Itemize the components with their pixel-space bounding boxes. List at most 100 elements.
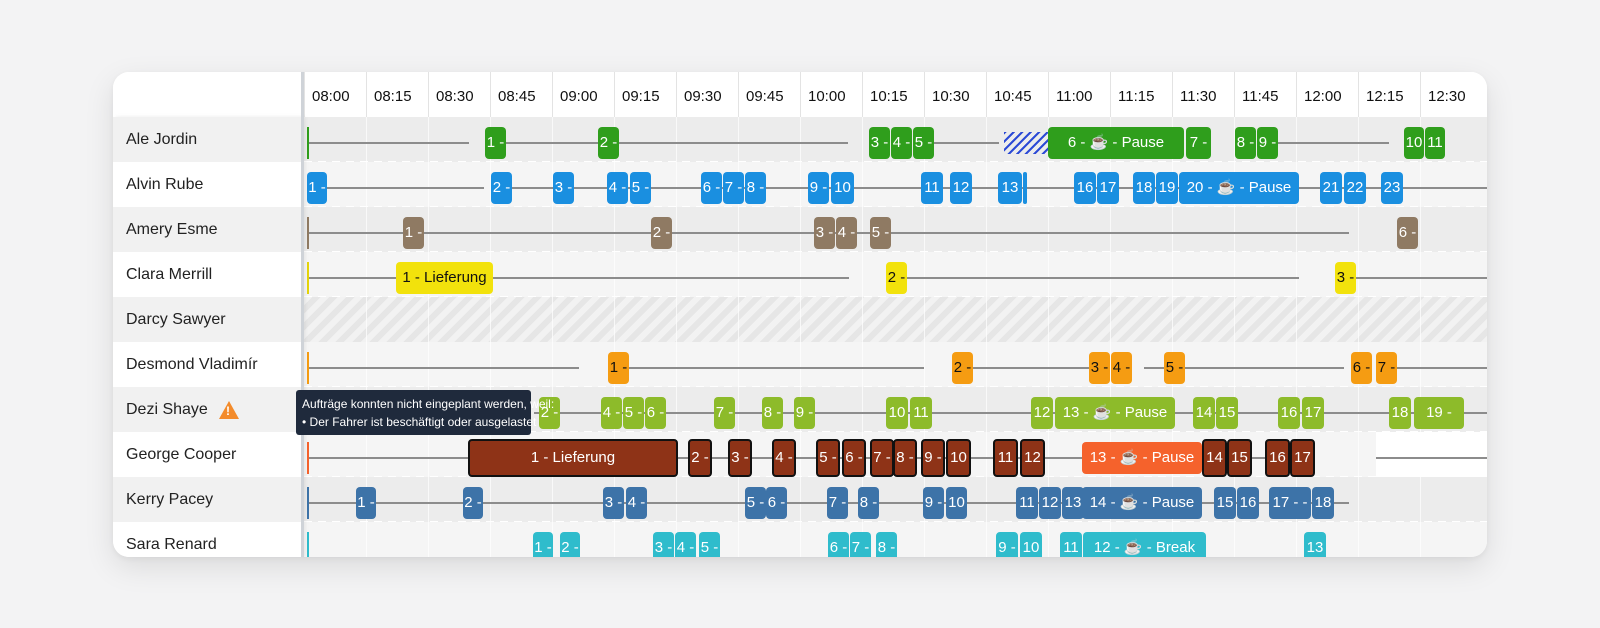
driver-name[interactable]: Clara Merrill (113, 252, 302, 298)
break-block[interactable]: 13 - ☕ - Pause (1082, 442, 1202, 474)
job-block[interactable]: 21 (1320, 172, 1342, 204)
job-block[interactable]: 4 - (891, 127, 912, 159)
job-block[interactable]: 5 - (699, 532, 720, 557)
job-block[interactable]: 6 - (1351, 352, 1372, 384)
warning-triangle-icon[interactable]: ! (219, 401, 239, 419)
job-block[interactable]: 1 - (403, 217, 424, 249)
job-block[interactable]: 8 - (893, 439, 917, 477)
job-block-sliver[interactable] (1023, 172, 1027, 204)
job-block[interactable]: 13 (1062, 487, 1084, 519)
job-block[interactable]: 16 (1237, 487, 1259, 519)
job-block[interactable]: 2 - (598, 127, 619, 159)
job-block[interactable]: 9 - (808, 172, 829, 204)
job-block[interactable]: 1 - (485, 127, 506, 159)
job-block[interactable]: 11 (921, 172, 943, 204)
job-block[interactable]: 7 - (723, 172, 744, 204)
job-block[interactable]: 7 - (714, 397, 735, 429)
job-block[interactable]: 10 (1404, 127, 1424, 159)
delivery-block[interactable]: 1 - Lieferung (396, 262, 493, 294)
job-block[interactable]: 2 - (688, 439, 712, 477)
job-block[interactable]: 17 (1302, 397, 1324, 429)
job-block[interactable]: 4 - (626, 487, 647, 519)
job-block[interactable]: 12 (950, 172, 972, 204)
job-block[interactable]: 9 - (921, 439, 945, 477)
job-block[interactable]: 17 (1290, 439, 1315, 477)
job-block[interactable]: 3 - (1335, 262, 1356, 294)
job-block[interactable]: 11 (1016, 487, 1038, 519)
job-block[interactable]: 4 - (607, 172, 628, 204)
job-block[interactable]: 7 - (1376, 352, 1397, 384)
job-block[interactable]: 3 - (814, 217, 835, 249)
job-block[interactable]: 5 - (745, 487, 766, 519)
driver-name[interactable]: Kerry Pacey (113, 477, 302, 523)
job-block[interactable]: 6 - (828, 532, 849, 557)
job-block[interactable]: 8 - (858, 487, 879, 519)
job-block[interactable]: 14 (1193, 397, 1215, 429)
driver-name[interactable]: Alvin Rube (113, 162, 302, 208)
job-block[interactable]: 2 - (886, 262, 907, 294)
driver-name[interactable]: Darcy Sawyer (113, 297, 302, 343)
job-block[interactable]: 15 (1216, 397, 1238, 429)
job-block[interactable]: 4 - (1111, 352, 1132, 384)
job-block[interactable]: 17 (1097, 172, 1119, 204)
job-block[interactable]: 22 (1344, 172, 1366, 204)
break-block[interactable]: 13 - ☕ - Pause (1055, 397, 1175, 429)
driver-name[interactable]: Sara Renard (113, 522, 302, 557)
job-block[interactable]: 7 - (827, 487, 848, 519)
job-block[interactable]: 8 - (745, 172, 766, 204)
job-block[interactable]: 12 (1031, 397, 1053, 429)
job-block[interactable]: 8 - (1235, 127, 1256, 159)
job-block[interactable]: 18 (1312, 487, 1334, 519)
job-block[interactable]: 5 - (913, 127, 934, 159)
driver-name[interactable]: Desmond Vladimír (113, 342, 302, 388)
job-block[interactable]: 18 (1133, 172, 1155, 204)
column-divider[interactable] (301, 72, 304, 557)
job-block[interactable]: 6 - (1397, 217, 1418, 249)
job-block[interactable]: 5 - (1164, 352, 1185, 384)
job-block[interactable]: 11 (910, 397, 932, 429)
driver-name[interactable]: Ale Jordin (113, 117, 302, 163)
job-block[interactable]: 6 - (645, 397, 666, 429)
job-block[interactable]: 1 - (307, 172, 327, 204)
job-block[interactable]: 17 - - (1269, 487, 1311, 519)
job-block[interactable]: 12 (1039, 487, 1061, 519)
job-block[interactable]: 18 (1389, 397, 1411, 429)
job-block[interactable]: 6 - (701, 172, 722, 204)
job-block[interactable]: 6 - (766, 487, 787, 519)
job-block[interactable]: 12 (1020, 439, 1045, 477)
job-block[interactable]: 2 - (560, 532, 580, 557)
job-block[interactable]: 4 - (836, 217, 857, 249)
job-block[interactable]: 10 (886, 397, 908, 429)
job-block[interactable]: 1 - (356, 487, 376, 519)
job-block[interactable]: 8 - (762, 397, 783, 429)
job-block[interactable]: 9 - (923, 487, 944, 519)
break-block[interactable]: 20 - ☕ - Pause (1179, 172, 1299, 204)
job-block[interactable]: 3 - (728, 439, 752, 477)
delivery-block[interactable]: 1 - Lieferung (468, 439, 678, 477)
job-block[interactable]: 19 - (1414, 397, 1464, 429)
job-block[interactable]: 3 - (553, 172, 574, 204)
job-block[interactable]: 7 - (1186, 127, 1211, 159)
job-block[interactable]: 10 (831, 172, 854, 204)
job-block[interactable]: 9 - (996, 532, 1018, 557)
driver-name[interactable]: George Cooper (113, 432, 302, 478)
job-block[interactable]: 15 (1214, 487, 1236, 519)
break-block[interactable]: 12 - ☕ - Break (1083, 532, 1206, 557)
job-block[interactable]: 10 (946, 487, 967, 519)
job-block[interactable]: 16 (1265, 439, 1290, 477)
job-block[interactable]: 19 (1156, 172, 1178, 204)
job-block[interactable]: 2 - (463, 487, 483, 519)
job-block[interactable]: 3 - (603, 487, 624, 519)
job-block[interactable]: 7 - (870, 439, 894, 477)
job-block[interactable]: 10 (946, 439, 971, 477)
job-block[interactable]: 1 - (533, 532, 553, 557)
break-block[interactable]: 6 - ☕ - Pause (1048, 127, 1184, 159)
job-block[interactable]: 4 - (601, 397, 622, 429)
job-block[interactable]: 4 - (772, 439, 796, 477)
job-block[interactable]: 9 - (794, 397, 815, 429)
job-block[interactable]: 3 - (1089, 352, 1110, 384)
job-block[interactable]: 5 - (630, 172, 651, 204)
job-block[interactable]: 13 (998, 172, 1022, 204)
break-block[interactable]: 14 - ☕ - Pause (1082, 487, 1202, 519)
job-block[interactable]: 10 (1020, 532, 1042, 557)
